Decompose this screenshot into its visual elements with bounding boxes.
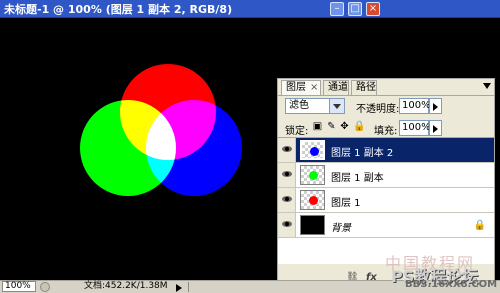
watermark: 中国教程网 PS教程论坛 BBS.16XX8.COM	[365, 248, 500, 292]
minimize-button[interactable]: –	[330, 2, 344, 16]
layer-thumbnail	[300, 140, 325, 160]
transparency-lock-icon[interactable]: ▣	[312, 121, 323, 132]
blend-mode-value: 滤色	[289, 100, 309, 111]
move-lock-icon[interactable]: ✥	[339, 121, 350, 132]
blend-mode-select[interactable]: 滤色	[285, 98, 345, 114]
blue-dot	[310, 147, 319, 156]
layer-thumbnail	[300, 190, 325, 210]
visibility-toggle[interactable]	[278, 213, 296, 237]
layer-row-background[interactable]: 背景 🔒	[278, 213, 494, 238]
blue-circle	[146, 100, 242, 196]
opacity-label: 不透明度:	[356, 104, 400, 115]
padlock-icon[interactable]: 🔒	[353, 121, 365, 132]
layer-name: 图层 1 副本	[331, 173, 384, 184]
tab-paths[interactable]: 路径	[351, 80, 377, 95]
green-dot	[309, 171, 318, 180]
opacity-value: 100%	[402, 100, 431, 111]
title-bar: 未标题-1 @ 100% (图层 1 副本 2, RGB/8) – □ ×	[0, 0, 500, 18]
layer-name: 背景	[331, 223, 351, 234]
window-title: 未标题-1 @ 100% (图层 1 副本 2, RGB/8)	[4, 3, 233, 16]
panel-menu-icon[interactable]	[483, 83, 491, 89]
eye-icon	[282, 221, 292, 227]
layer-list: 图层 1 副本 2 图层 1 副本 图层 1 背景 🔒	[278, 137, 494, 264]
layer-thumbnail	[300, 215, 325, 235]
fill-input[interactable]: 100%	[399, 120, 431, 136]
tab-layers[interactable]: 图层 ×	[281, 80, 321, 95]
visibility-toggle[interactable]	[278, 188, 296, 212]
padlock-icon: 🔒	[473, 220, 486, 231]
layer-row-copy[interactable]: 图层 1 副本	[278, 163, 494, 188]
tab-paths-label: 路径	[356, 82, 376, 93]
brush-lock-icon[interactable]: ✎	[326, 121, 337, 132]
status-separator	[188, 282, 189, 292]
watermark-line3: BBS.16XX8.COM	[405, 279, 498, 290]
layer-row-1[interactable]: 图层 1	[278, 188, 494, 213]
fill-label: 填充:	[374, 126, 398, 137]
zoom-value: 100%	[5, 281, 31, 291]
chevron-down-icon[interactable]	[329, 99, 344, 113]
tab-channels-label: 通道	[328, 82, 348, 93]
visibility-toggle[interactable]	[278, 138, 296, 162]
layer-name: 图层 1	[331, 198, 361, 209]
eye-icon	[282, 171, 292, 177]
maximize-button[interactable]: □	[348, 2, 362, 16]
opacity-slider-button[interactable]	[429, 98, 442, 114]
fill-slider-button[interactable]	[429, 120, 442, 136]
tab-channels[interactable]: 通道	[323, 80, 349, 95]
tab-close-icon[interactable]: ×	[310, 82, 318, 93]
tab-layers-label: 图层	[286, 82, 306, 93]
layer-thumbnail	[300, 165, 325, 185]
layer-name: 图层 1 副本 2	[331, 148, 394, 159]
red-dot	[309, 196, 318, 205]
navigator-icon[interactable]	[40, 282, 50, 292]
visibility-toggle[interactable]	[278, 163, 296, 187]
zoom-field[interactable]: 100%	[2, 281, 36, 292]
status-menu-arrow-icon[interactable]	[176, 284, 182, 292]
opacity-input[interactable]: 100%	[399, 98, 431, 114]
doc-size: 文档:452.2K/1.38M	[84, 281, 168, 291]
eye-icon	[282, 146, 292, 152]
panel-tabs: 图层 × 通道 路径	[278, 79, 494, 96]
fill-value: 100%	[402, 122, 431, 133]
eye-icon	[282, 196, 292, 202]
close-button[interactable]: ×	[366, 2, 380, 16]
lock-label: 锁定:	[285, 126, 309, 137]
layer-row-copy-2[interactable]: 图层 1 副本 2	[278, 138, 494, 163]
